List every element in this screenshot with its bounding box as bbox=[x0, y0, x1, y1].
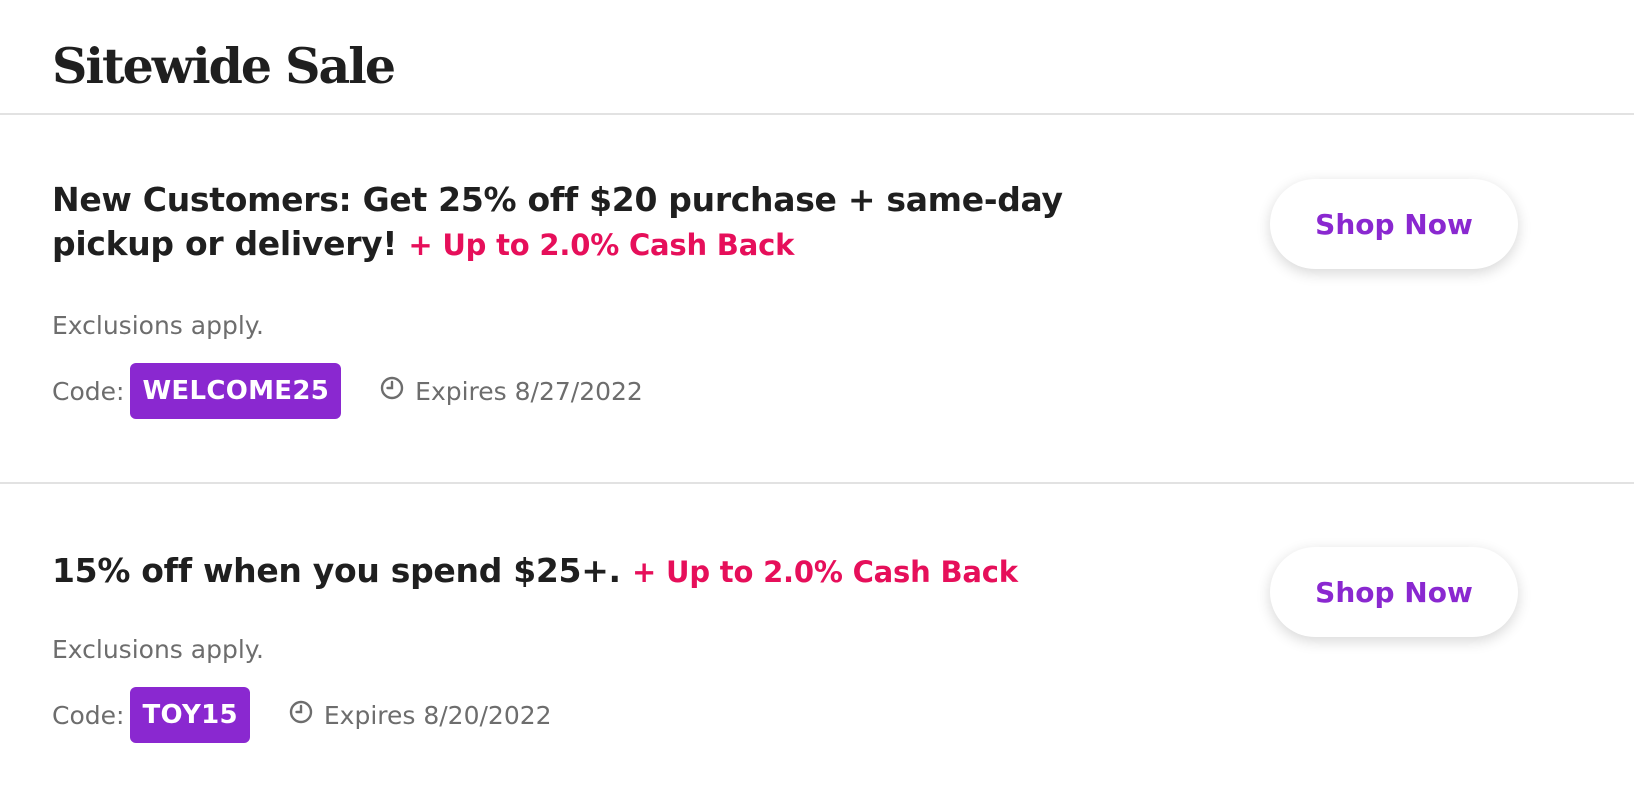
offer-card: 15% off when you spend $25+. + Up to 2.0… bbox=[0, 484, 1634, 800]
exclusions-note: Exclusions apply. bbox=[52, 635, 264, 664]
cashback-label: + Up to 2.0% Cash Back bbox=[631, 555, 1018, 589]
exclusions-note: Exclusions apply. bbox=[52, 311, 264, 340]
expiration: Expires 8/20/2022 bbox=[288, 701, 552, 730]
offer-headline[interactable]: 15% off when you spend $25+. bbox=[52, 551, 621, 590]
code-row: Code: TOY15 Expires 8/20/2022 bbox=[52, 687, 552, 743]
promo-code-badge[interactable]: TOY15 bbox=[130, 687, 250, 743]
expiration: Expires 8/27/2022 bbox=[379, 377, 643, 406]
code-row: Code: WELCOME25 Expires 8/27/2022 bbox=[52, 363, 643, 419]
cashback-label: + Up to 2.0% Cash Back bbox=[408, 228, 795, 262]
code-label: Code: bbox=[52, 376, 125, 406]
offer-title[interactable]: 15% off when you spend $25+. + Up to 2.0… bbox=[52, 549, 1162, 594]
offer-card: New Customers: Get 25% off $20 purchase … bbox=[0, 115, 1634, 484]
offer-title[interactable]: New Customers: Get 25% off $20 purchase … bbox=[52, 178, 1162, 267]
page-title: Sitewide Sale bbox=[52, 37, 396, 95]
code-label: Code: bbox=[52, 700, 125, 730]
clock-icon bbox=[380, 376, 404, 400]
promo-code-badge[interactable]: WELCOME25 bbox=[130, 363, 342, 419]
shop-now-button[interactable]: Shop Now bbox=[1270, 179, 1518, 269]
clock-icon bbox=[289, 700, 313, 724]
page-header: Sitewide Sale bbox=[0, 0, 1634, 115]
expires-text: Expires 8/20/2022 bbox=[323, 700, 552, 730]
expires-text: Expires 8/27/2022 bbox=[415, 376, 643, 406]
shop-now-button[interactable]: Shop Now bbox=[1270, 547, 1518, 637]
